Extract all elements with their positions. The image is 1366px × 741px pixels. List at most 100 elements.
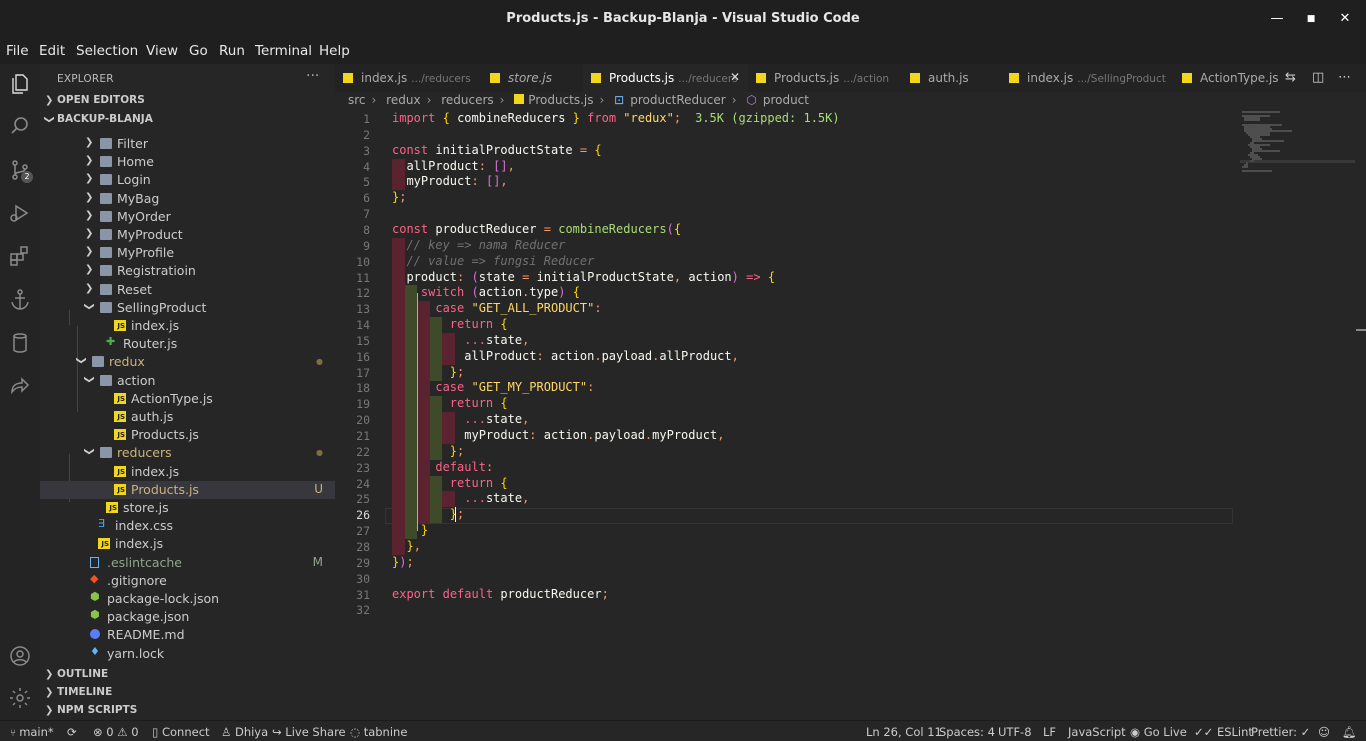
tree-item[interactable]: README.md (40, 626, 335, 644)
menu-terminal[interactable]: Terminal (255, 43, 312, 59)
close-window-button[interactable]: ✕ (1334, 8, 1356, 30)
live-share-icon[interactable] (8, 374, 32, 398)
gear-icon[interactable] (8, 686, 32, 710)
tree-item[interactable]: ♦ yarn.lock (40, 645, 335, 663)
menu-file[interactable]: File (6, 43, 29, 59)
workspace-section[interactable]: ❯ BACKUP-BLANJA (40, 111, 335, 129)
encoding-status[interactable]: UTF-8 (998, 725, 1032, 739)
problems-status[interactable]: ⊗ 0 ⚠ 0 (93, 725, 139, 739)
minimap[interactable] (1240, 110, 1355, 180)
prettier-status[interactable]: Prettier: ✓ (1251, 725, 1310, 739)
window-title: Products.js - Backup-Blanja - Visual Stu… (506, 11, 860, 26)
tree-item[interactable]: JS index.js (40, 463, 335, 481)
tree-item[interactable]: ❯ action (40, 372, 335, 390)
tree-item[interactable]: .eslintcache M (40, 554, 335, 572)
indentation-status[interactable]: Spaces: 4 (939, 725, 995, 739)
editor-tab[interactable]: ActionType.js (1174, 64, 1279, 92)
code-editor[interactable]: 1 import { combineReducers } from "redux"… (335, 110, 1366, 720)
tabnine-status[interactable]: ◌ tabnine (350, 725, 407, 739)
tree-item[interactable]: JS ActionType.js (40, 390, 335, 408)
open-editors-section[interactable]: ❯ OPEN EDITORS (40, 92, 335, 110)
scrollbar-marker[interactable] (1356, 329, 1366, 331)
eol-status[interactable]: LF (1043, 725, 1056, 739)
breadcrumb-item[interactable]: src (348, 93, 366, 107)
menu-help[interactable]: Help (319, 43, 350, 59)
tree-item[interactable]: ❯ MyOrder (40, 208, 335, 226)
go-live-button[interactable]: ◉ Go Live (1130, 725, 1187, 739)
tree-item[interactable]: ❯ MyProduct (40, 226, 335, 244)
tree-item[interactable]: JS Products.js U (40, 480, 335, 499)
feedback-icon[interactable]: ☺ (1318, 725, 1330, 739)
editor-tab[interactable]: auth.js (902, 64, 1001, 92)
tree-item[interactable]: ❯ Login (40, 171, 335, 189)
compare-icon[interactable]: ⇆ (1285, 70, 1296, 85)
source-control-icon[interactable]: 2 (8, 158, 33, 183)
branch-status[interactable]: ⑂ main* (10, 725, 54, 739)
breadcrumb-item[interactable]: product (763, 93, 809, 107)
code-line: myProduct: action.payload.myProduct, (464, 428, 725, 442)
tree-item[interactable]: ❯ Registratioin (40, 262, 335, 280)
tree-item[interactable]: ❯ SellingProduct (40, 299, 335, 317)
menu-selection[interactable]: Selection (76, 43, 138, 59)
sync-button[interactable]: ⟳ (67, 725, 77, 739)
search-icon[interactable] (8, 114, 32, 138)
editor-tab[interactable]: Products.js .../action (748, 64, 902, 92)
account-icon[interactable] (8, 644, 32, 668)
tree-item[interactable]: ◆ .gitignore (40, 572, 335, 590)
menu-go[interactable]: Go (189, 43, 208, 59)
tree-item[interactable]: ❯ Home (40, 153, 335, 171)
timeline-section[interactable]: ❯ TIMELINE (40, 684, 335, 702)
editor-tab[interactable]: index.js .../SellingProduct (1001, 64, 1174, 92)
breadcrumb-item[interactable]: reducers (441, 93, 493, 107)
run-debug-icon[interactable] (8, 201, 32, 225)
tree-item[interactable]: ⬢ package.json (40, 608, 335, 626)
language-mode[interactable]: JavaScript (1068, 725, 1126, 739)
tree-item[interactable]: JS index.js (40, 317, 335, 335)
minimize-button[interactable]: — (1266, 8, 1288, 30)
tree-item[interactable]: ❯ redux ● (40, 353, 335, 371)
tree-item[interactable]: JS store.js (40, 499, 335, 517)
close-tab-icon[interactable]: ✕ (730, 70, 740, 84)
editor-tab[interactable]: store.js (482, 64, 583, 92)
breadcrumb-item[interactable]: Products.js (528, 93, 593, 107)
notifications-icon[interactable]: 🔔︎ (1342, 725, 1357, 739)
tree-item-label: Registratioin (117, 263, 196, 279)
tree-item[interactable]: JS index.js (40, 535, 335, 553)
connect-status[interactable]: ▯ Connect (152, 725, 210, 739)
tree-item[interactable]: ❯ reducers ● (40, 444, 335, 462)
explorer-more-button[interactable]: ··· (306, 68, 319, 84)
breadcrumb-item[interactable]: productReducer (630, 93, 725, 107)
anchor-icon[interactable] (8, 288, 32, 312)
line-number: 23 (356, 460, 370, 475)
tree-item[interactable]: JS auth.js (40, 408, 335, 426)
folder-icon (100, 174, 112, 186)
tree-item[interactable]: JS Products.js (40, 426, 335, 444)
menu-run[interactable]: Run (219, 43, 245, 59)
tree-item[interactable]: ❯ Filter (40, 135, 335, 153)
maximize-button[interactable]: ■ (1300, 8, 1322, 30)
editor-tab[interactable]: Products.js .../reducers ✕ (583, 64, 748, 92)
tree-item[interactable]: ❯ Reset (40, 281, 335, 299)
breadcrumb-item[interactable]: redux (386, 93, 420, 107)
tree-item[interactable]: ⬢ package-lock.json (40, 590, 335, 608)
tree-item[interactable]: ✚ Router.js (40, 335, 335, 353)
more-icon[interactable]: ⋯ (1338, 70, 1351, 85)
explorer-icon[interactable] (8, 72, 32, 96)
npm-scripts-section[interactable]: ❯ NPM SCRIPTS (40, 702, 335, 720)
database-icon[interactable] (8, 331, 32, 355)
menu-edit[interactable]: Edit (39, 43, 65, 59)
chevron-right-icon: ❯ (45, 687, 54, 698)
cursor-position[interactable]: Ln 26, Col 11 (866, 725, 942, 739)
user-status[interactable]: ♙ Dhiya (221, 725, 268, 739)
tree-item[interactable]: ❯ MyProfile (40, 244, 335, 262)
extensions-icon[interactable] (8, 244, 32, 268)
code-line: return { (449, 475, 508, 490)
editor-tab[interactable]: index.js .../reducers (335, 64, 482, 92)
split-editor-icon[interactable]: ◫ (1312, 70, 1324, 85)
menu-view[interactable]: View (146, 43, 178, 59)
tree-item[interactable]: ❯ MyBag (40, 190, 335, 208)
live-share-status[interactable]: ↪ Live Share (272, 725, 346, 739)
eslint-status[interactable]: ✓✓ ESLint (1194, 725, 1253, 739)
outline-section[interactable]: ❯ OUTLINE (40, 666, 335, 684)
tree-item[interactable]: ∃ index.css (40, 517, 335, 535)
